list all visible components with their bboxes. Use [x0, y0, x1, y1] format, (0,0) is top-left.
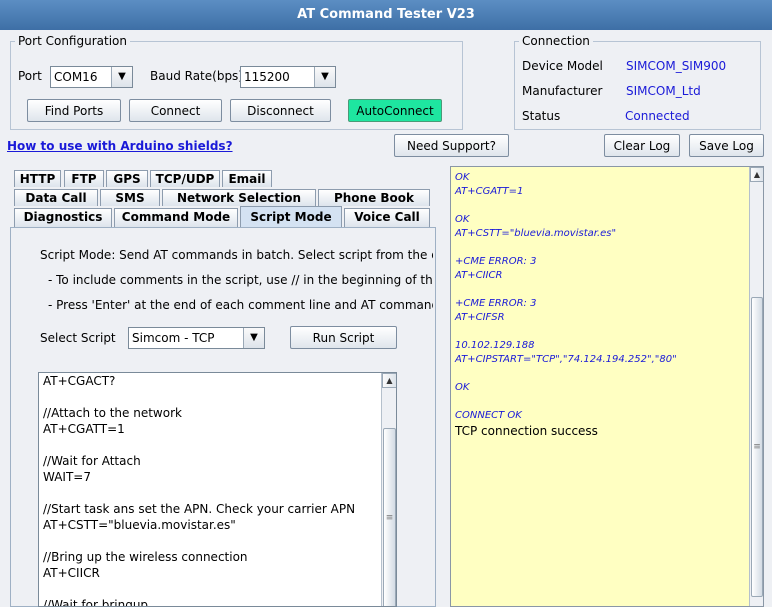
select-script-dropdown[interactable]: Simcom - TCP ▼ — [128, 327, 265, 349]
tab-command-mode[interactable]: Command Mode — [114, 208, 238, 227]
script-line — [43, 581, 379, 597]
chevron-down-icon[interactable]: ▼ — [111, 67, 132, 87]
log-line: CONNECT OK — [455, 410, 522, 421]
log-line: AT+CSTT="bluevia.movistar.es" — [455, 228, 617, 239]
disconnect-button[interactable]: Disconnect — [230, 99, 331, 122]
find-ports-button[interactable]: Find Ports — [27, 99, 121, 122]
log-line: 10.102.129.188 — [455, 340, 535, 351]
script-line: //Wait for Attach — [43, 454, 141, 468]
tab-email[interactable]: Email — [222, 170, 272, 187]
script-line: WAIT=7 — [43, 470, 91, 484]
script-lines: AT+CGACT? //Attach to the network AT+CGATT… — [43, 373, 379, 607]
tab-data-call[interactable]: Data Call — [14, 189, 98, 206]
log-scrollbar-thumb[interactable]: ≡ — [751, 297, 763, 597]
log-line: +CME ERROR: 3 — [455, 298, 537, 309]
connection-title: Connection — [519, 34, 593, 48]
script-line: //Wait for bringup — [43, 598, 149, 607]
script-scrollbar[interactable]: ▲ ≡ — [381, 373, 396, 606]
select-script-label: Select Script — [40, 331, 116, 345]
log-line: AT+CIFSR — [455, 312, 505, 323]
script-mode-description: Script Mode: Send AT commands in batch. … — [40, 248, 433, 262]
scroll-up-icon[interactable]: ▲ — [382, 373, 396, 388]
script-line: //Bring up the wireless connection — [43, 550, 248, 564]
baud-rate-label: Baud Rate(bps) — [150, 69, 243, 83]
status-label: Status — [522, 109, 561, 123]
log-line: AT+CIICR — [455, 270, 503, 281]
port-select[interactable]: COM16 ▼ — [50, 66, 133, 88]
chevron-down-icon[interactable]: ▼ — [243, 328, 264, 348]
tab-ftp[interactable]: FTP — [64, 170, 104, 187]
arduino-shields-link[interactable]: How to use with Arduino shields? — [7, 139, 233, 153]
script-line: //Attach to the network — [43, 406, 182, 420]
log-panel: OK AT+CGATT=1 OK AT+CSTT="bluevia.movistar.… — [450, 166, 764, 607]
tab-voice-call[interactable]: Voice Call — [344, 208, 430, 227]
script-editor[interactable]: AT+CGACT? //Attach to the network AT+CGATT… — [38, 372, 397, 607]
baud-rate-select-value: 115200 — [244, 70, 290, 84]
manufacturer-label: Manufacturer — [522, 84, 603, 98]
script-line — [43, 485, 379, 501]
port-configuration-title: Port Configuration — [15, 34, 130, 48]
script-scrollbar-thumb[interactable]: ≡ — [383, 428, 396, 606]
select-script-value: Simcom - TCP — [132, 331, 215, 345]
run-script-button[interactable]: Run Script — [290, 326, 397, 349]
log-lines: OK AT+CGATT=1 OK AT+CSTT="bluevia.movistar.… — [455, 171, 745, 439]
tab-tcp-udp[interactable]: TCP/UDP — [150, 170, 220, 187]
device-model-label: Device Model — [522, 59, 603, 73]
script-line — [43, 533, 379, 549]
need-support-button[interactable]: Need Support? — [394, 134, 509, 157]
log-connection-success: TCP connection success — [455, 424, 598, 438]
log-line: AT+CGATT=1 — [455, 186, 524, 197]
log-line: OK — [455, 172, 470, 183]
script-line — [43, 437, 379, 453]
tab-sms[interactable]: SMS — [100, 189, 160, 206]
manufacturer-value: SIMCOM_Ltd — [626, 84, 701, 98]
status-value: Connected — [625, 109, 690, 123]
device-model-value: SIMCOM_SIM900 — [626, 59, 727, 73]
connect-button[interactable]: Connect — [129, 99, 222, 122]
tab-script-mode[interactable]: Script Mode — [240, 206, 342, 228]
port-select-value: COM16 — [54, 70, 98, 84]
log-scrollbar[interactable]: ▲ ≡ — [749, 167, 763, 606]
tab-http[interactable]: HTTP — [14, 170, 61, 187]
log-line: AT+CIPSTART="TCP","74.124.194.252","80" — [455, 354, 677, 365]
autoconnect-button[interactable]: AutoConnect — [348, 99, 442, 122]
script-line: AT+CIICR — [43, 566, 100, 580]
script-line — [43, 389, 379, 405]
tab-network-selection[interactable]: Network Selection — [162, 189, 316, 206]
save-log-button[interactable]: Save Log — [689, 134, 764, 157]
script-line: AT+CGATT=1 — [43, 422, 125, 436]
log-line: +CME ERROR: 3 — [455, 256, 537, 267]
tab-gps[interactable]: GPS — [106, 170, 148, 187]
baud-rate-select[interactable]: 115200 ▼ — [240, 66, 336, 88]
script-line: //Start task ans set the APN. Check your… — [43, 502, 356, 516]
window-title: AT Command Tester V23 — [0, 0, 772, 30]
script-tip-comments: - To include comments in the script, use… — [48, 273, 433, 287]
script-tip-enter: - Press 'Enter' at the end of each comme… — [48, 298, 433, 312]
log-line: OK — [455, 214, 470, 225]
chevron-down-icon[interactable]: ▼ — [314, 67, 335, 87]
script-line: AT+CGACT? — [43, 374, 116, 388]
tab-diagnostics[interactable]: Diagnostics — [14, 208, 112, 227]
scroll-up-icon[interactable]: ▲ — [750, 167, 763, 182]
tab-phone-book[interactable]: Phone Book — [318, 189, 430, 206]
log-line: OK — [455, 382, 470, 393]
clear-log-button[interactable]: Clear Log — [604, 134, 680, 157]
script-line: AT+CSTT="bluevia.movistar.es" — [43, 518, 236, 532]
port-label: Port — [18, 69, 42, 83]
